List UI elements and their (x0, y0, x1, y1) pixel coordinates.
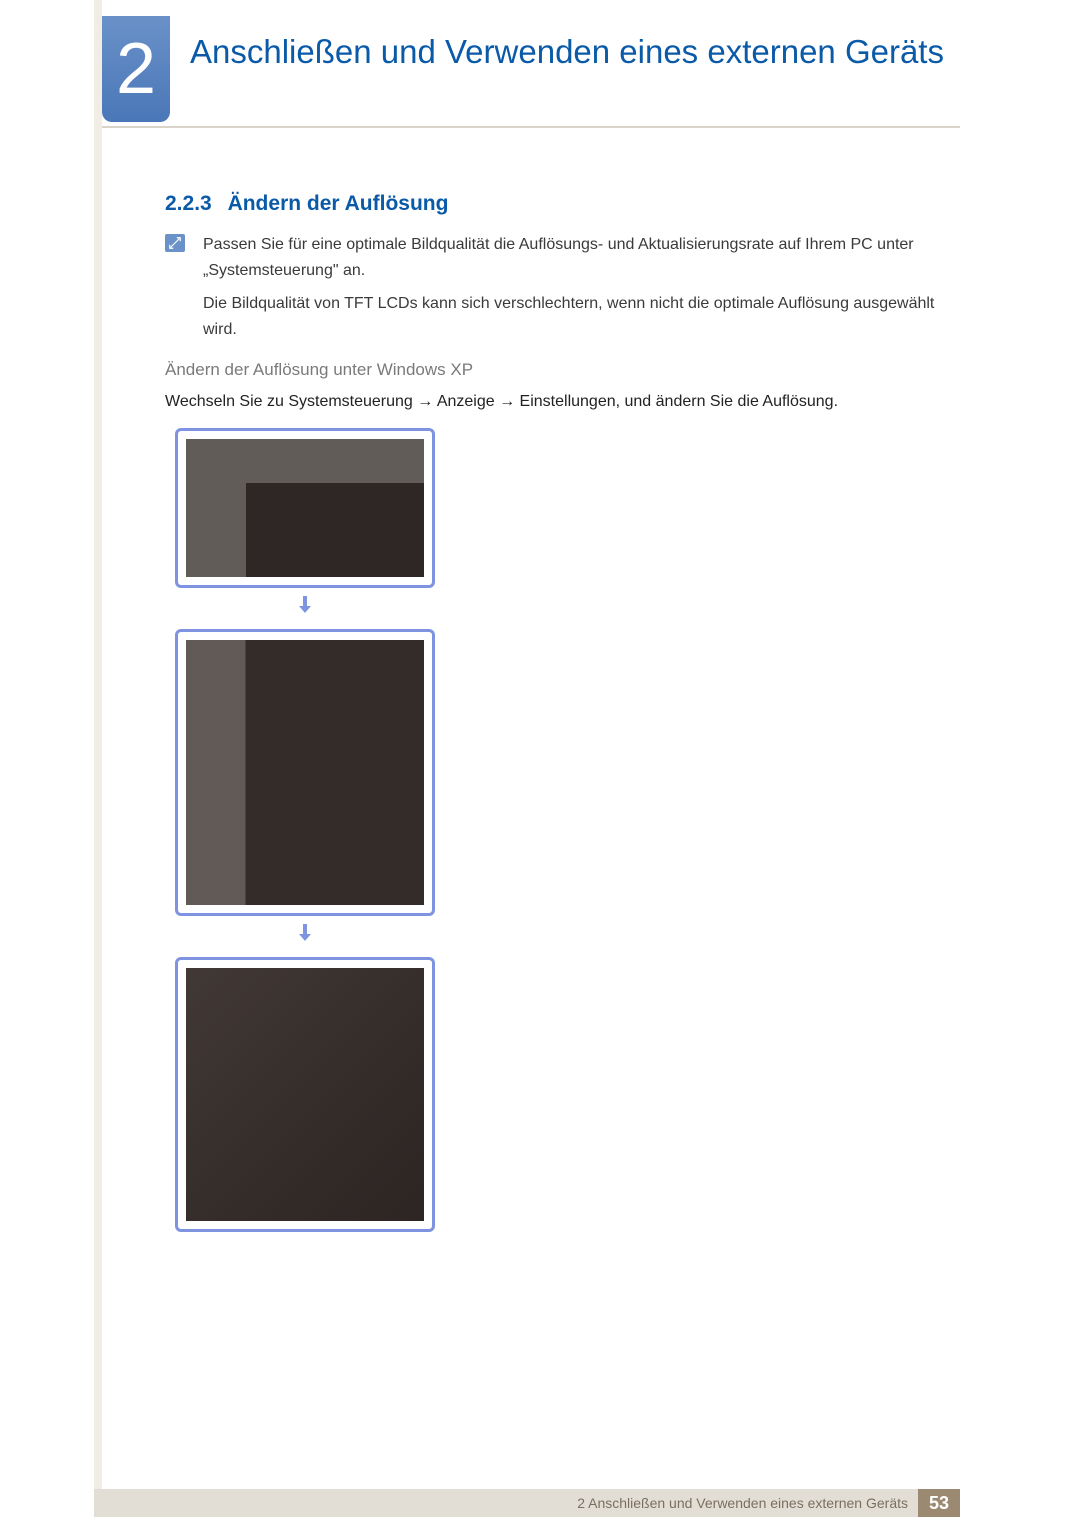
figure-frame-3 (175, 957, 435, 1232)
note-icon (165, 234, 185, 252)
figure-frame-1 (175, 428, 435, 588)
note-paragraph-1: Passen Sie für eine optimale Bildqualitä… (203, 232, 960, 285)
figure-image-2 (186, 640, 424, 905)
subheading: Ändern der Auflösung unter Windows XP (165, 360, 473, 380)
section-heading: 2.2.3 Ändern der Auflösung (165, 192, 448, 216)
header-underline (102, 126, 960, 128)
chapter-number: 2 (116, 33, 156, 105)
note-block: Passen Sie für eine optimale Bildqualitä… (165, 232, 960, 350)
note-paragraph-2: Die Bildqualität von TFT LCDs kann sich … (203, 291, 960, 344)
figure-image-3 (186, 968, 424, 1221)
footer-page-number: 53 (918, 1489, 960, 1517)
footer-text: 2 Anschließen und Verwenden eines extern… (577, 1495, 908, 1511)
note-text: Passen Sie für eine optimale Bildqualitä… (203, 232, 960, 344)
footer-bar: 2 Anschließen und Verwenden eines extern… (94, 1489, 960, 1517)
left-margin-bar (94, 0, 102, 1490)
section-number: 2.2.3 (165, 192, 212, 215)
section-title: Ändern der Auflösung (228, 192, 449, 215)
chapter-title: Anschließen und Verwenden eines externen… (190, 32, 960, 72)
arrow-down-1 (175, 594, 435, 619)
document-page: 2 Anschließen und Verwenden eines extern… (0, 0, 1080, 1527)
figure-image-1 (186, 439, 424, 577)
figure-stack (175, 428, 435, 1238)
instruction-text: Wechseln Sie zu Systemsteuerung → Anzeig… (165, 390, 960, 414)
figure-1-overlay (246, 483, 424, 577)
chapter-number-badge: 2 (102, 16, 170, 122)
arrow-down-2 (175, 922, 435, 947)
figure-frame-2 (175, 629, 435, 916)
